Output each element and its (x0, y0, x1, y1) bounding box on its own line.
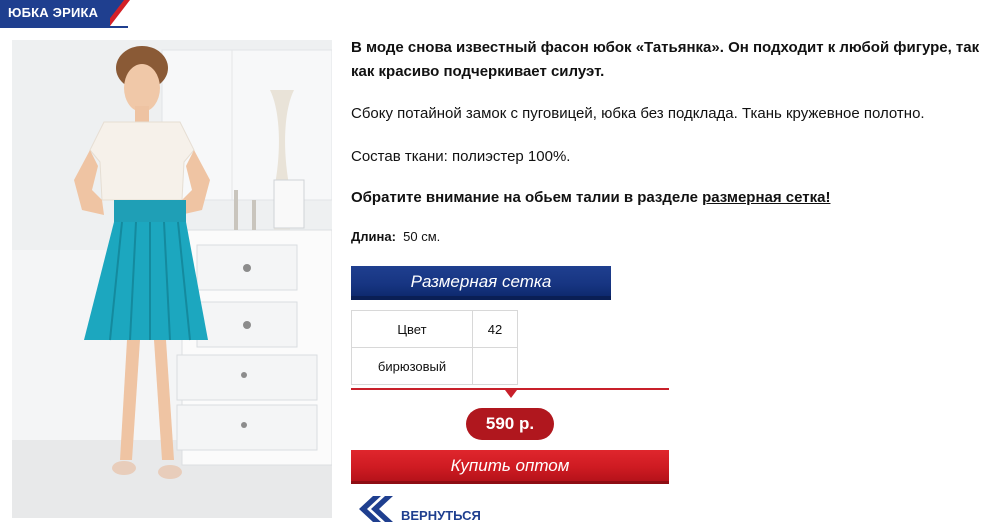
product-title: ЮБКА ЭРИКА (8, 5, 99, 20)
quantity-input-cell[interactable] (472, 347, 518, 385)
table-header-size: 42 (472, 310, 518, 348)
size-chart-link[interactable]: размерная сетка! (702, 189, 830, 206)
description-intro: В моде снова известный фасон юбок «Татья… (351, 39, 980, 80)
stock-table: Цвет 42 бирюзовый (351, 310, 518, 385)
description-details: Сбоку потайной замок с пуговицей, юбка б… (351, 105, 925, 122)
buy-wholesale-button-label: Купить оптом (450, 456, 570, 475)
size-chart-button-label: Размерная сетка (410, 272, 552, 291)
table-row: Цвет 42 (351, 310, 518, 348)
size-notice: Обратите внимание на обьем талии в разде… (351, 186, 981, 210)
table-header-color: Цвет (351, 310, 473, 348)
double-chevron-left-icon (359, 496, 393, 522)
price-badge: 590 р. (466, 408, 554, 440)
title-underline (0, 26, 128, 28)
length-row: Длина: 50 см. (351, 229, 440, 244)
table-cell-color: бирюзовый (351, 347, 473, 385)
product-title-tab: ЮБКА ЭРИКА (0, 0, 130, 26)
back-link-label: ВЕРНУТЬСЯ (401, 508, 481, 523)
back-link[interactable]: ВЕРНУТЬСЯ (351, 494, 511, 524)
product-photo (12, 40, 332, 518)
divider-arrow-icon (505, 390, 517, 398)
fabric-composition: Состав ткани: полиэстер 100%. (351, 148, 571, 165)
buy-wholesale-button[interactable]: Купить оптом (351, 450, 669, 484)
length-value: 50 см. (403, 229, 441, 244)
size-notice-text: Обратите внимание на обьем талии в разде… (351, 189, 703, 206)
size-chart-button[interactable]: Размерная сетка (351, 266, 611, 300)
table-row: бирюзовый (351, 347, 518, 385)
length-label: Длина: (351, 229, 396, 244)
product-page: ЮБКА ЭРИКА В моде снова известный фасон … (0, 0, 990, 524)
